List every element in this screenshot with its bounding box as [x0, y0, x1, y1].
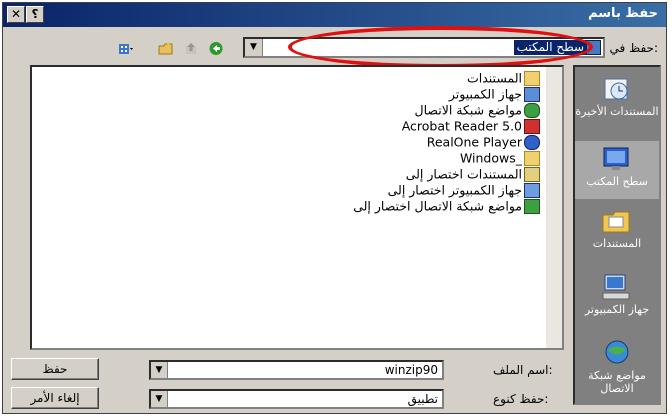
place-recent-documents[interactable]: المستندات الأخيرة — [575, 71, 659, 139]
list-item[interactable]: جهاز الكمبيوتر — [449, 86, 540, 102]
help-button[interactable]: ؟ — [26, 6, 44, 23]
up-folder-icon[interactable] — [183, 41, 199, 56]
filename-value: winzip90 — [384, 363, 438, 377]
place-network[interactable]: مواضع شبكة الاتصال — [575, 335, 659, 401]
network-icon — [524, 103, 540, 118]
window-title: حفظ باسم — [588, 6, 658, 21]
my-computer-icon — [601, 273, 633, 301]
list-item[interactable]: Acrobat Reader 5.0 — [402, 118, 540, 134]
filename-field[interactable]: ▼ winzip90 — [149, 360, 444, 380]
list-item[interactable]: مواضع شبكة الاتصال — [414, 102, 540, 118]
save-button[interactable]: حفظ — [11, 358, 99, 380]
folder-icon — [524, 151, 540, 166]
filetype-select[interactable]: ▼ تطبيق — [149, 389, 444, 409]
shortcut-icon — [524, 199, 540, 214]
chevron-down-icon[interactable]: ▼ — [245, 39, 263, 56]
scrollbar[interactable] — [546, 67, 562, 348]
computer-icon — [524, 87, 540, 102]
list-item[interactable]: RealOne Player — [427, 134, 540, 150]
network-places-icon — [601, 339, 633, 367]
look-in-label: حفظ في: — [609, 41, 658, 55]
desktop-icon — [601, 145, 633, 173]
chevron-down-icon[interactable]: ▼ — [151, 391, 168, 407]
folder-icon — [524, 71, 540, 86]
close-button[interactable]: ✕ — [7, 6, 25, 23]
save-as-dialog: حفظ باسم ✕ ؟ حفظ في: ▼ سطح المكتب المستن… — [2, 2, 667, 414]
list-item[interactable]: مواضع شبكة الاتصال اختصار إلى — [353, 198, 540, 214]
realone-shortcut-icon — [524, 135, 540, 150]
my-documents-icon — [601, 207, 633, 235]
place-my-documents[interactable]: المستندات — [575, 203, 659, 265]
filetype-value: تطبيق — [407, 392, 438, 406]
back-icon[interactable] — [208, 41, 224, 56]
title-bar: حفظ باسم ✕ ؟ — [3, 3, 666, 27]
place-desktop[interactable]: سطح المكتب — [575, 141, 659, 199]
shortcut-icon — [524, 167, 540, 182]
list-item[interactable]: المستندات اختصار إلى — [406, 166, 540, 182]
list-item[interactable]: المستندات — [467, 70, 540, 86]
new-folder-icon[interactable] — [158, 41, 174, 56]
filename-label: اسم الملف: — [493, 363, 553, 377]
filetype-label: حفظ كنوع: — [493, 392, 549, 406]
cancel-button[interactable]: إلغاء الأمر — [11, 387, 99, 409]
shortcut-icon — [524, 183, 540, 198]
recent-documents-icon — [601, 75, 633, 103]
chevron-down-icon[interactable]: ▼ — [151, 362, 168, 378]
list-item[interactable]: جهاز الكمبيوتر اختصار إلى — [388, 182, 540, 198]
place-my-computer[interactable]: جهاز الكمبيوتر — [575, 269, 659, 331]
view-menu-icon[interactable] — [118, 41, 134, 56]
file-list[interactable]: المستندات جهاز الكمبيوتر مواضع شبكة الات… — [30, 65, 564, 350]
places-bar: المستندات الأخيرة سطح المكتب المستندات ج… — [573, 65, 661, 405]
acrobat-shortcut-icon — [524, 119, 540, 134]
list-item[interactable]: Windows_ — [460, 150, 540, 166]
highlight-oval — [288, 26, 593, 68]
